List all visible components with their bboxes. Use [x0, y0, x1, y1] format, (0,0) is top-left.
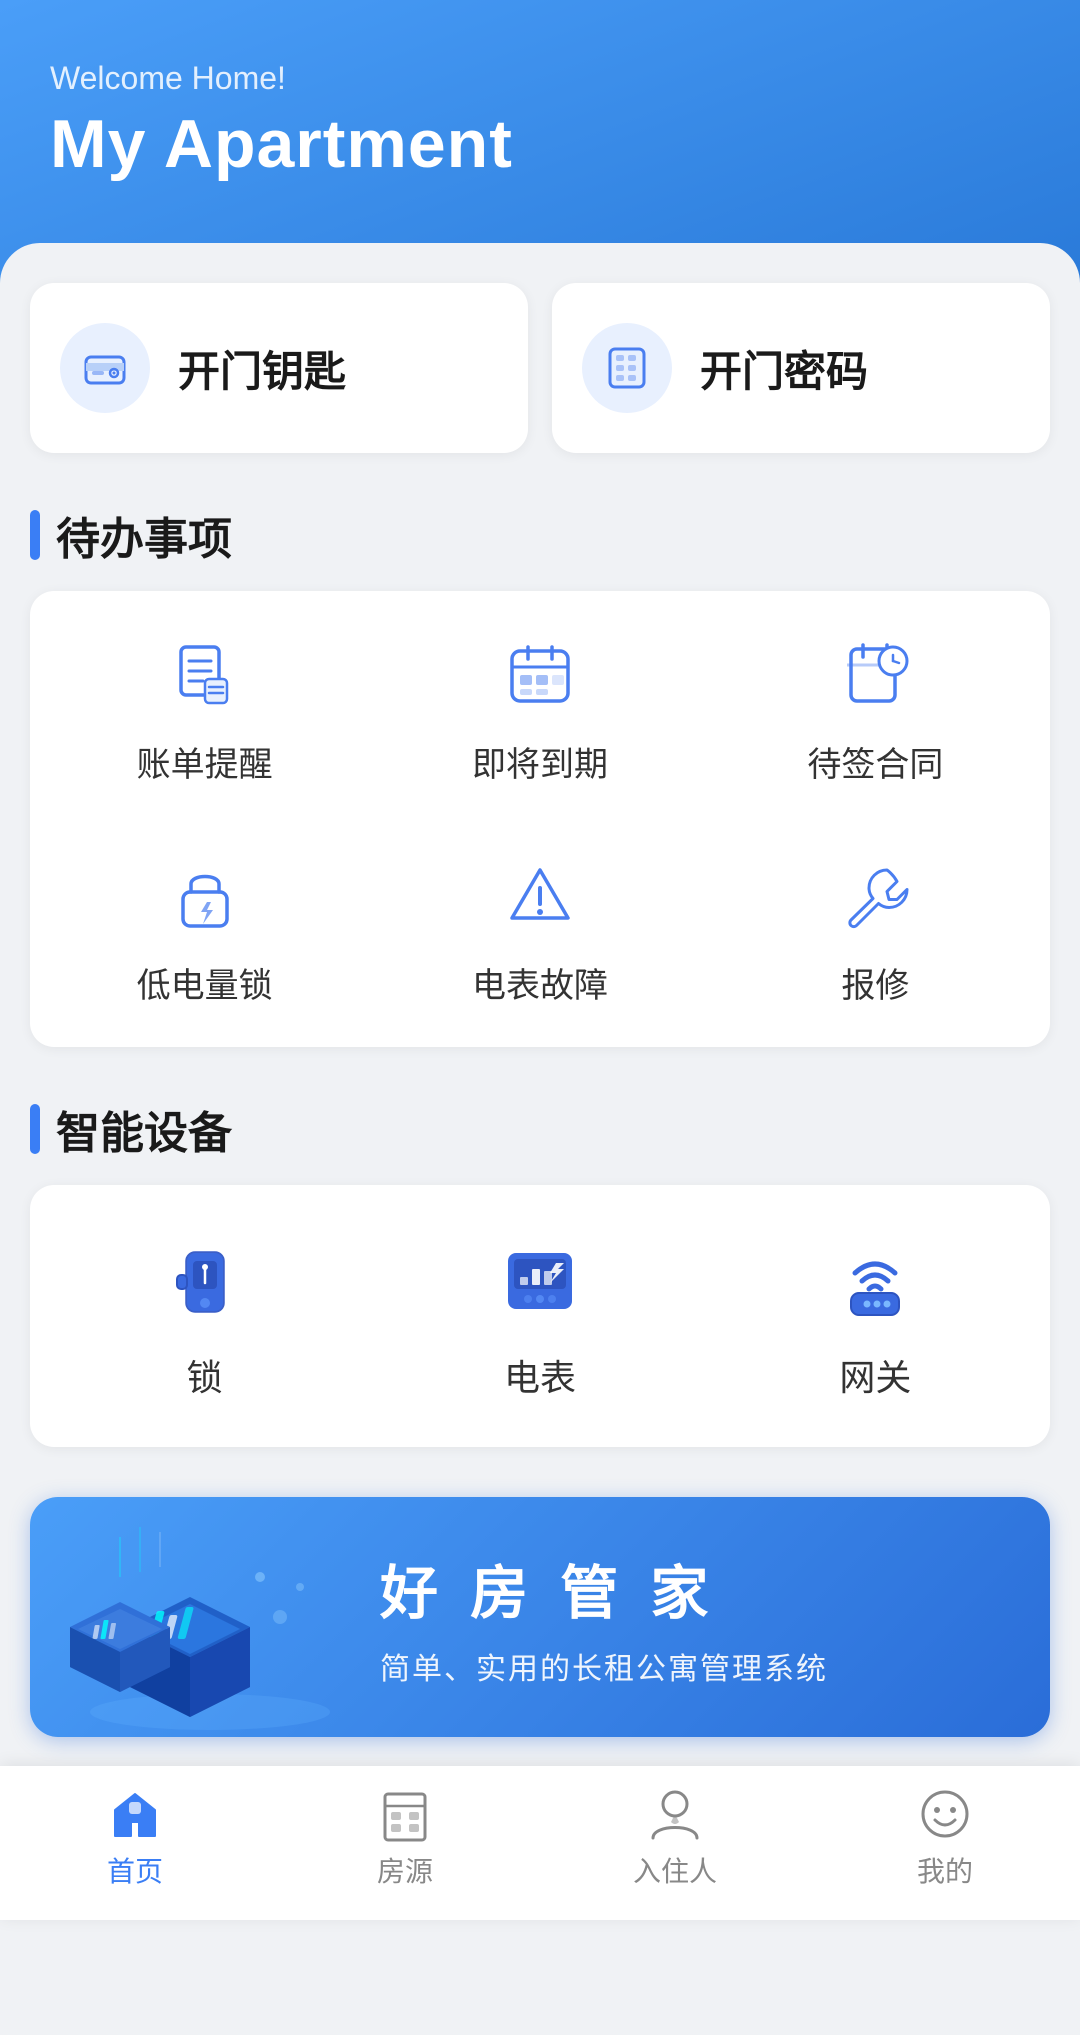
bill-icon — [171, 641, 239, 709]
todo-section-bar — [30, 510, 40, 560]
home-nav-icon — [107, 1786, 163, 1842]
banner-illustration — [30, 1497, 370, 1737]
device-meter[interactable]: 电表 — [375, 1195, 704, 1437]
nav-home[interactable]: 首页 — [55, 1786, 215, 1890]
device-gateway[interactable]: 网关 — [711, 1195, 1040, 1437]
calendar-icon — [506, 641, 574, 709]
todo-pending-contract[interactable]: 待签合同 — [711, 601, 1040, 816]
banner-subtitle: 简单、实用的长租公寓管理系统 — [380, 1644, 1010, 1688]
todo-bill-label: 账单提醒 — [137, 737, 273, 786]
device-lock-label: 锁 — [187, 1349, 223, 1401]
todo-battery-label: 低电量锁 — [137, 958, 273, 1007]
door-code-button[interactable]: 开门密码 — [552, 283, 1050, 453]
smiley-nav-icon — [917, 1786, 973, 1842]
banner-title: 好 房 管 家 — [380, 1546, 1010, 1630]
todo-repair-label: 报修 — [841, 958, 909, 1007]
battery-lock-icon — [171, 862, 239, 930]
device-meter-label: 电表 — [504, 1349, 576, 1401]
device-grid: 锁 电表 — [30, 1185, 1050, 1447]
todo-bill-reminder[interactable]: 账单提醒 — [40, 601, 369, 816]
door-key-icon — [60, 323, 150, 413]
todo-repair[interactable]: 报修 — [711, 822, 1040, 1037]
wrench-icon — [841, 862, 909, 930]
nav-home-label: 首页 — [107, 1850, 163, 1890]
contract-icon — [841, 641, 909, 709]
nav-property[interactable]: 房源 — [325, 1786, 485, 1890]
quick-actions: 开门钥匙 开门密码 — [30, 283, 1050, 453]
lock-device-icon — [165, 1241, 245, 1321]
banner-text-area: 好 房 管 家 简单、实用的长租公寓管理系统 — [370, 1516, 1050, 1718]
app-title: My Apartment — [50, 105, 1030, 183]
welcome-text: Welcome Home! — [50, 60, 1030, 97]
nav-resident[interactable]: 入住人 — [595, 1786, 755, 1890]
todo-low-battery[interactable]: 低电量锁 — [40, 822, 369, 1037]
todo-expiring-label: 即将到期 — [472, 737, 608, 786]
todo-fault-label: 电表故障 — [472, 958, 608, 1007]
door-key-label: 开门钥匙 — [178, 338, 346, 399]
todo-contract-label: 待签合同 — [807, 737, 943, 786]
door-code-label: 开门密码 — [700, 338, 868, 399]
todo-expiring-soon[interactable]: 即将到期 — [375, 601, 704, 816]
device-gateway-label: 网关 — [839, 1349, 911, 1401]
nav-property-label: 房源 — [377, 1850, 433, 1890]
gateway-device-icon — [835, 1241, 915, 1321]
todo-grid: 账单提醒 即将到期 — [30, 591, 1050, 1047]
nav-resident-label: 入住人 — [633, 1850, 717, 1890]
person-nav-icon — [647, 1786, 703, 1842]
nav-mine[interactable]: 我的 — [865, 1786, 1025, 1890]
device-section-title: 智能设备 — [30, 1097, 1050, 1161]
todo-section-title: 待办事项 — [30, 503, 1050, 567]
nav-mine-label: 我的 — [917, 1850, 973, 1890]
promo-banner[interactable]: 好 房 管 家 简单、实用的长租公寓管理系统 — [30, 1497, 1050, 1737]
device-section-bar — [30, 1104, 40, 1154]
door-code-icon — [582, 323, 672, 413]
device-lock[interactable]: 锁 — [40, 1195, 369, 1437]
building-nav-icon — [377, 1786, 433, 1842]
todo-meter-fault[interactable]: 电表故障 — [375, 822, 704, 1037]
meter-device-icon — [500, 1241, 580, 1321]
bottom-navigation: 首页 房源 入住人 我的 — [0, 1766, 1080, 1920]
door-key-button[interactable]: 开门钥匙 — [30, 283, 528, 453]
warning-icon — [506, 862, 574, 930]
